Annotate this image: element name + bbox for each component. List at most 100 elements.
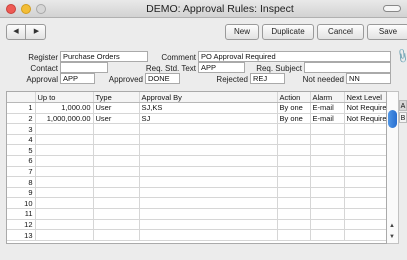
req-subject-field[interactable] xyxy=(304,62,391,73)
side-tab-a[interactable]: A xyxy=(399,100,407,111)
table-row[interactable]: 8 xyxy=(7,176,386,188)
table-cell[interactable] xyxy=(310,123,345,135)
cancel-button[interactable]: Cancel xyxy=(317,24,364,40)
table-cell[interactable] xyxy=(344,176,386,188)
table-cell[interactable] xyxy=(93,123,140,135)
table-cell[interactable]: By one xyxy=(277,113,311,125)
table-cell[interactable] xyxy=(344,187,386,199)
approved-field[interactable]: DONE xyxy=(145,73,180,84)
register-field[interactable]: Purchase Orders xyxy=(60,51,148,62)
table-row[interactable]: 13 xyxy=(7,229,386,241)
table-cell[interactable]: 1,000,000.00 xyxy=(35,113,94,125)
scroll-thumb[interactable] xyxy=(388,110,397,128)
table-cell[interactable] xyxy=(277,229,311,241)
table-row[interactable]: 4 xyxy=(7,134,386,146)
table-cell[interactable] xyxy=(277,134,311,146)
save-button[interactable]: Save xyxy=(367,24,407,40)
table-cell[interactable] xyxy=(139,187,278,199)
table-cell[interactable]: SJ,KS xyxy=(139,102,278,114)
table-cell[interactable] xyxy=(310,197,345,210)
table-cell[interactable] xyxy=(93,134,140,146)
table-cell[interactable] xyxy=(310,134,345,146)
table-cell[interactable] xyxy=(35,197,94,210)
req-std-text-field[interactable]: APP xyxy=(198,62,245,73)
table-cell[interactable] xyxy=(35,229,94,241)
table-cell[interactable] xyxy=(93,166,140,178)
table-cell[interactable]: Not Required xyxy=(344,102,386,114)
table-cell[interactable] xyxy=(93,219,140,231)
paperclip-icon[interactable]: 📎 xyxy=(394,48,407,64)
table-cell[interactable]: E-mail xyxy=(310,102,345,114)
next-record-button[interactable]: ▶ xyxy=(27,25,46,39)
table-cell[interactable] xyxy=(93,197,140,210)
table-row[interactable]: 6 xyxy=(7,155,386,167)
table-cell[interactable] xyxy=(35,155,94,167)
duplicate-button[interactable]: Duplicate xyxy=(262,24,314,40)
table-cell[interactable] xyxy=(310,166,345,178)
table-cell[interactable] xyxy=(344,229,386,241)
table-cell[interactable] xyxy=(93,187,140,199)
close-window-button[interactable] xyxy=(6,4,16,14)
side-tab-b[interactable]: B xyxy=(399,112,407,123)
table-cell[interactable] xyxy=(310,176,345,188)
scroll-up-arrow-icon[interactable]: ▲ xyxy=(389,223,395,229)
table-cell[interactable] xyxy=(277,208,311,220)
table-cell[interactable] xyxy=(139,219,278,231)
table-cell[interactable] xyxy=(310,155,345,167)
table-cell[interactable] xyxy=(344,123,386,135)
table-cell[interactable] xyxy=(277,166,311,178)
table-cell[interactable] xyxy=(344,219,386,231)
zoom-window-button[interactable] xyxy=(36,4,46,14)
table-cell[interactable] xyxy=(344,134,386,146)
table-cell[interactable] xyxy=(277,123,311,135)
new-button[interactable]: New xyxy=(225,24,259,40)
table-cell[interactable] xyxy=(277,219,311,231)
table-cell[interactable] xyxy=(93,229,140,241)
table-cell[interactable] xyxy=(277,144,311,157)
table-cell[interactable] xyxy=(35,134,94,146)
table-cell[interactable] xyxy=(35,208,94,220)
table-row[interactable]: 11 xyxy=(7,208,386,220)
table-row[interactable]: 9 xyxy=(7,187,386,199)
table-cell[interactable] xyxy=(35,166,94,178)
minimize-window-button[interactable] xyxy=(21,4,31,14)
table-scrollbar[interactable]: ▲ ▼ xyxy=(387,91,399,244)
table-cell[interactable] xyxy=(139,208,278,220)
table-cell[interactable] xyxy=(139,144,278,157)
rejected-field[interactable]: REJ xyxy=(250,73,285,84)
table-row[interactable]: 3 xyxy=(7,123,386,135)
table-cell[interactable] xyxy=(139,197,278,210)
contact-field[interactable] xyxy=(60,62,108,73)
table-cell[interactable]: User xyxy=(93,102,140,114)
table-cell[interactable] xyxy=(310,219,345,231)
table-cell[interactable]: User xyxy=(93,113,140,125)
table-row[interactable]: 5 xyxy=(7,144,386,157)
table-row[interactable]: 7 xyxy=(7,166,386,178)
table-cell[interactable] xyxy=(344,166,386,178)
table-cell[interactable]: SJ xyxy=(139,113,278,125)
table-cell[interactable] xyxy=(310,144,345,157)
table-cell[interactable] xyxy=(93,176,140,188)
table-cell[interactable]: By one xyxy=(277,102,311,114)
table-row[interactable]: 1 1,000.00 User SJ,KS By one E-mail Not Requir… xyxy=(7,102,386,114)
table-row[interactable]: 2 1,000,000.00 User SJ By one E-mail Not Requi… xyxy=(7,113,386,125)
scroll-down-arrow-icon[interactable]: ▼ xyxy=(389,234,395,240)
table-cell[interactable] xyxy=(35,123,94,135)
table-cell[interactable] xyxy=(310,208,345,220)
table-cell[interactable] xyxy=(35,176,94,188)
table-cell[interactable]: 1,000.00 xyxy=(35,102,94,114)
table-cell[interactable] xyxy=(139,134,278,146)
approval-field[interactable]: APP xyxy=(60,73,95,84)
table-cell[interactable] xyxy=(139,166,278,178)
table-cell[interactable] xyxy=(277,155,311,167)
toolbar-toggle-button[interactable] xyxy=(383,5,401,12)
table-cell[interactable] xyxy=(310,229,345,241)
table-cell[interactable] xyxy=(93,208,140,220)
table-row[interactable]: 10 xyxy=(7,197,386,210)
table-cell[interactable] xyxy=(344,155,386,167)
table-cell[interactable] xyxy=(139,176,278,188)
table-cell[interactable] xyxy=(310,187,345,199)
table-row[interactable]: 12 xyxy=(7,219,386,231)
table-cell[interactable] xyxy=(35,187,94,199)
table-cell[interactable] xyxy=(277,197,311,210)
